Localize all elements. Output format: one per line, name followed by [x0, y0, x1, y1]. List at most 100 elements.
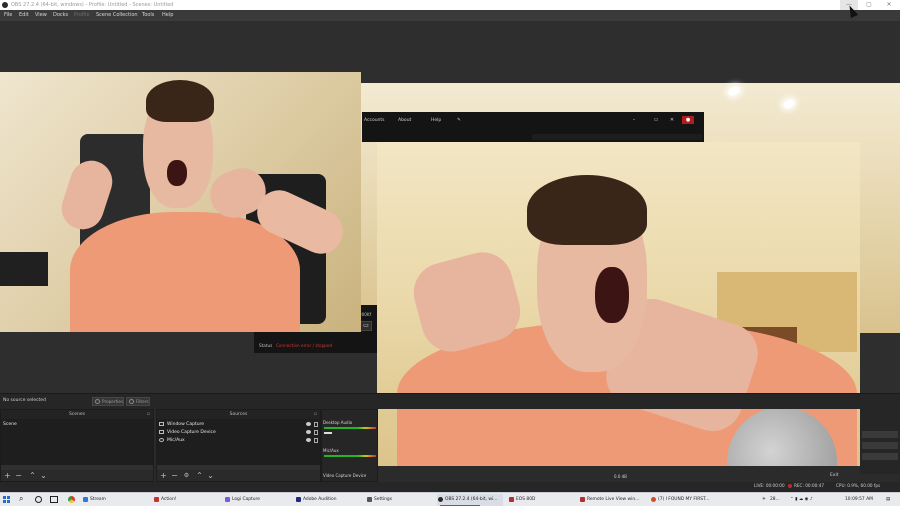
menu-edit[interactable]: Edit: [19, 10, 29, 21]
search-icon[interactable]: ⌕: [19, 494, 23, 504]
taskbar-item-action[interactable]: Action!: [153, 494, 219, 506]
record-icon[interactable]: ●: [682, 116, 694, 124]
taskbar-item-logi-capture[interactable]: Logi Capture: [224, 494, 290, 506]
status-value: Connection error / stopped: [276, 343, 333, 348]
dialog-menu-help[interactable]: Help: [431, 118, 441, 123]
source-item[interactable]: Mic/Aux: [159, 437, 319, 444]
sources-dock-title: Sources ▫: [157, 410, 320, 419]
cpu-readout: CPU: 0.9%, 60.00 fps: [836, 483, 881, 488]
source-item[interactable]: Video Capture Device: [159, 429, 319, 436]
no-source-selected: No source selected: [3, 398, 46, 403]
action-app-icon: [154, 497, 159, 502]
sources-list: Window Capture Video Capture Device Mic/…: [157, 419, 320, 465]
sources-dock: Sources ▫ Window Capture Video Capture D…: [156, 409, 321, 482]
menu-view[interactable]: View: [35, 10, 47, 21]
task-view-icon[interactable]: [50, 496, 58, 503]
camera-icon: [159, 429, 164, 434]
exit-button[interactable]: Exit: [830, 473, 839, 478]
menu-bar: File Edit View Docks Profile Scene Colle…: [0, 10, 900, 21]
menu-docks[interactable]: Docks: [53, 10, 68, 21]
filter-icon: [129, 399, 134, 404]
window-button[interactable]: ▭: [360, 321, 372, 331]
close-button[interactable]: ✕: [880, 0, 898, 10]
db-readout: 0.0 dB: [614, 474, 627, 479]
float-dock-icon[interactable]: ▫: [314, 410, 317, 419]
cortana-icon[interactable]: [35, 496, 42, 503]
tray-icons[interactable]: ⌃ ▮ ☁ ◉ ♪: [790, 493, 813, 506]
dialog-minimize-icon[interactable]: –: [628, 116, 640, 124]
lock-icon[interactable]: [314, 430, 318, 435]
mixer-channel-mic: Mic/Aux: [323, 448, 339, 453]
control-button[interactable]: [862, 431, 898, 438]
audition-icon: [296, 497, 301, 502]
move-down-icon[interactable]: ⌄: [39, 471, 48, 480]
window-title: OBS 27.2.4 (64-bit, windows) - Profile: …: [11, 2, 174, 8]
microphone-icon: [159, 437, 164, 442]
obs-app-icon: [438, 497, 443, 502]
record-dot-icon: [788, 484, 792, 488]
taskbar-item-audition[interactable]: Adobe Audition: [295, 494, 361, 506]
weather-temp: 28...: [770, 497, 780, 502]
menu-profile[interactable]: Profile: [74, 10, 90, 21]
remove-source-icon[interactable]: −: [170, 471, 179, 480]
taskbar-item-browser-tab[interactable]: (7) I FOUND MY FIRST...: [650, 494, 716, 506]
menu-tools[interactable]: Tools: [142, 10, 154, 21]
source-item[interactable]: Window Capture: [159, 421, 319, 428]
laptop: [0, 252, 48, 286]
dialog-menu-accounts[interactable]: Accounts: [364, 118, 385, 123]
rec-timer: REC: 00:00:47: [788, 483, 824, 488]
sources-toolbar: + − ⚙ ⌃ ⌄: [157, 470, 320, 481]
title-bar: OBS 27.2.4 (64-bit, windows) - Profile: …: [0, 0, 900, 10]
taskbar-item-remote-live-view[interactable]: Remote Live View win...: [579, 494, 645, 506]
control-button[interactable]: [862, 442, 898, 449]
obs-window: OBS 27.2.4 (64-bit, windows) - Profile: …: [0, 0, 900, 506]
maximize-button[interactable]: ▢: [860, 0, 878, 10]
gear-icon[interactable]: ⚙: [182, 471, 191, 480]
ceiling-light: [781, 97, 797, 111]
control-button[interactable]: [862, 453, 898, 460]
notification-icon[interactable]: ▤: [886, 493, 890, 506]
add-source-icon[interactable]: +: [159, 471, 168, 480]
lock-icon[interactable]: [314, 422, 318, 427]
scenes-list: Scene: [1, 419, 153, 465]
chrome-icon[interactable]: [68, 496, 75, 503]
lock-icon[interactable]: [314, 438, 318, 443]
weather-icon[interactable]: ☀: [762, 493, 766, 506]
controls-dock: [860, 409, 900, 474]
mixer-channel-video: Video Capture Device: [323, 473, 367, 478]
move-up-icon[interactable]: ⌃: [28, 471, 37, 480]
scene-item[interactable]: Scene: [3, 421, 17, 428]
remove-scene-icon[interactable]: −: [14, 471, 23, 480]
clock: 10:09:57 AM: [845, 497, 873, 502]
filters-button[interactable]: Filters: [126, 397, 150, 406]
taskbar-item-obs[interactable]: OBS 27.2.4 (64-bit, wi...: [437, 494, 503, 506]
menu-help[interactable]: Help: [162, 10, 173, 21]
add-scene-icon[interactable]: +: [3, 471, 12, 480]
dialog-maximize-icon[interactable]: ▭: [650, 116, 662, 124]
properties-button[interactable]: Properties: [92, 397, 124, 406]
pin-icon[interactable]: ✎: [457, 118, 461, 123]
menu-scene-collection[interactable]: Scene Collection: [96, 10, 138, 21]
mixer-channel-desktop: Desktop Audio: [323, 420, 353, 425]
webcam-capture-right[interactable]: [377, 142, 860, 466]
taskbar-item-settings[interactable]: Settings: [366, 494, 432, 506]
logi-capture-icon: [225, 497, 230, 502]
audio-meter: [324, 427, 376, 429]
taskbar-item-stream[interactable]: Stream: [82, 494, 148, 506]
webcam-capture-left[interactable]: [0, 72, 361, 332]
remote-live-view-icon: [580, 497, 585, 502]
windows-start-icon[interactable]: [3, 496, 11, 504]
visibility-icon[interactable]: [306, 438, 311, 442]
visibility-icon[interactable]: [306, 422, 311, 426]
menu-file[interactable]: File: [4, 10, 12, 21]
dialog-close-icon[interactable]: ✕: [666, 116, 678, 124]
audio-meter: [324, 455, 376, 457]
move-down-icon[interactable]: ⌄: [206, 471, 215, 480]
dialog-menu-about[interactable]: About: [398, 118, 411, 123]
taskbar-item-eos[interactable]: EOS 80D: [508, 494, 574, 506]
visibility-icon[interactable]: [306, 430, 311, 434]
volume-slider[interactable]: [324, 432, 332, 434]
float-dock-icon[interactable]: ▫: [147, 410, 150, 419]
status-bar: LIVE: 00:00:00 REC: 00:00:47 CPU: 0.9%, …: [0, 482, 900, 492]
move-up-icon[interactable]: ⌃: [195, 471, 204, 480]
